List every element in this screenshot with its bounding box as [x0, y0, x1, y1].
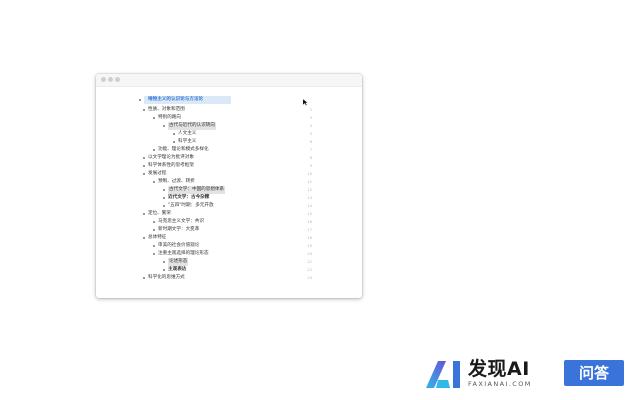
bullet-icon: [143, 213, 145, 215]
bullet-icon: [163, 205, 165, 207]
minimize-window-button[interactable]: [108, 77, 113, 82]
outline-node[interactable]: 注重主观选择的理论形态 20: [96, 250, 362, 258]
outline-node[interactable]: 以文学理论为批评对象 8: [96, 154, 362, 162]
brand-name: 发现AI: [468, 358, 530, 380]
bullet-icon: [163, 269, 165, 271]
brand-tag: 问答: [564, 360, 624, 386]
bullet-icon: [153, 253, 155, 255]
bullet-icon: [163, 189, 165, 191]
bullet-icon: [153, 181, 155, 183]
outline-node[interactable]: "五四"时期：多元开放 14: [96, 202, 362, 210]
outline-node[interactable]: 预制、过渡、转折 11: [96, 178, 362, 186]
outline-node[interactable]: 论述形态 21: [96, 258, 362, 266]
outline-node[interactable]: 审美的社会价值观论 19: [96, 242, 362, 250]
bullet-icon: [153, 221, 155, 223]
bullet-icon: [143, 277, 145, 279]
bullet-icon: [153, 229, 155, 231]
root-node-label: 唯物主义的认识论与方法论: [144, 96, 232, 104]
bullet-icon: [153, 149, 155, 151]
bullet-icon: [143, 109, 145, 111]
close-window-button[interactable]: [101, 77, 106, 82]
outline-node[interactable]: 古代与近代的认识转向 4: [96, 122, 362, 130]
outline-node[interactable]: 定位、繁荣 15: [96, 210, 362, 218]
outline-node[interactable]: 主观表达 22: [96, 266, 362, 274]
outline-node[interactable]: 新时期文学：大变革 17: [96, 226, 362, 234]
bullet-icon: [143, 237, 145, 239]
outline-node[interactable]: 科学体系性的思考框架 9: [96, 162, 362, 170]
outline-node[interactable]: 总体特征 18: [96, 234, 362, 242]
outline-node[interactable]: 功能、理论和模式多样化 7: [96, 146, 362, 154]
outline-node[interactable]: 发展过程 10: [96, 170, 362, 178]
outline-node[interactable]: 人文主义 5: [96, 130, 362, 138]
bullet-icon: [163, 125, 165, 127]
outline-node[interactable]: 科学化的思维方式 23: [96, 274, 362, 282]
bullet-icon: [163, 197, 165, 199]
bullet-icon: [153, 245, 155, 247]
zoom-window-button[interactable]: [115, 77, 120, 82]
bullet-icon: [163, 261, 165, 263]
bullet-icon: [173, 133, 175, 135]
bullet-icon: [139, 99, 141, 101]
outline-document: 唯物主义的认识论与方法论 性质、对象和范围 2 特别的路向 3 古代与近代的认识…: [96, 86, 362, 298]
brand-watermark: 发现AI FAXIANAI.COM 问答: [424, 358, 630, 390]
outline-window: 唯物主义的认识论与方法论 性质、对象和范围 2 特别的路向 3 古代与近代的认识…: [96, 74, 362, 298]
bullet-icon: [143, 165, 145, 167]
bullet-icon: [143, 157, 145, 159]
bullet-icon: [173, 141, 175, 143]
outline-node[interactable]: 性质、对象和范围 2: [96, 106, 362, 114]
outline-root-node[interactable]: 唯物主义的认识论与方法论: [96, 96, 362, 104]
mouse-pointer-icon: [302, 98, 309, 106]
outline-node[interactable]: 特别的路向 3: [96, 114, 362, 122]
outline-node[interactable]: 马克思主义文学：共识 16: [96, 218, 362, 226]
bullet-icon: [143, 173, 145, 175]
outline-node[interactable]: 科学主义 6: [96, 138, 362, 146]
brand-logo-icon: [426, 361, 460, 388]
bullet-icon: [153, 117, 155, 119]
brand-domain: FAXIANAI.COM: [468, 380, 532, 388]
outline-node[interactable]: 近代文学：古今杂糅 13: [96, 194, 362, 202]
outline-node[interactable]: 古代文学：中国的思想体系 12: [96, 186, 362, 194]
